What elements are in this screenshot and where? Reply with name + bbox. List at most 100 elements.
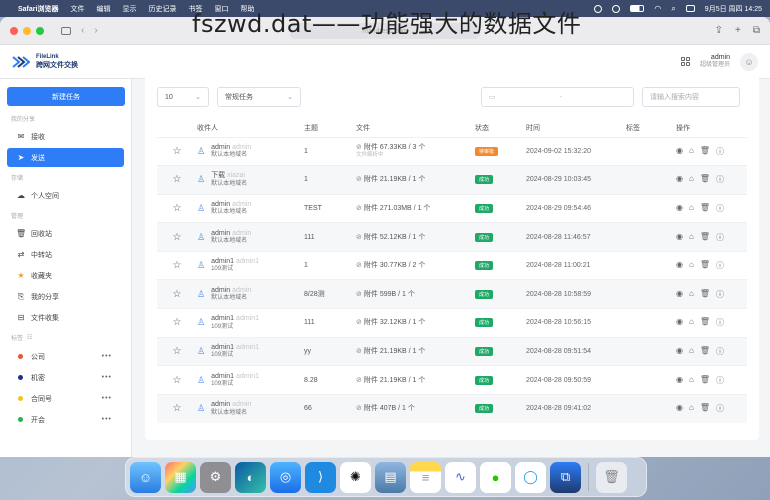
tag-settings-icon[interactable]: ☷ xyxy=(27,334,32,341)
view-icon[interactable]: ◉ xyxy=(676,289,683,300)
filelink-icon[interactable]: ⧉ xyxy=(550,461,581,493)
view-icon[interactable]: ◉ xyxy=(676,317,683,328)
sidebar-toggle-icon[interactable] xyxy=(61,26,71,35)
table-row[interactable]: ☆ ♙ admin admin 默认本地域名 8/28测 ⊘ 附件 599B / 1 个 成功 2… xyxy=(157,279,747,309)
table-row[interactable]: ☆ ♙ 下载 xiazai 默认本地域名 1 ⊘ 附件 21.19KB / 1 个 成功 2024… xyxy=(157,165,747,195)
tag-item-contract[interactable]: 合同号 ••• xyxy=(7,388,124,409)
sidebar-item-my-share[interactable]: ⎘ 我的分享 xyxy=(7,287,124,306)
launchpad-icon[interactable]: ▦ xyxy=(165,461,196,493)
view-icon[interactable]: ◉ xyxy=(676,174,683,185)
settings-icon[interactable]: ⚙ xyxy=(200,461,231,493)
delete-icon[interactable]: 🗑 xyxy=(700,146,710,157)
info-icon[interactable]: ⓘ xyxy=(716,403,724,414)
delete-icon[interactable]: 🗑 xyxy=(700,174,710,185)
tab-overview-icon[interactable]: ⧉ xyxy=(753,25,760,36)
favorite-star-icon[interactable]: ☆ xyxy=(157,279,197,309)
tag-icon[interactable]: ⌂ xyxy=(689,232,694,243)
notes-icon[interactable]: ≡ xyxy=(410,461,441,493)
delete-icon[interactable]: 🗑 xyxy=(700,375,710,386)
favorite-star-icon[interactable]: ☆ xyxy=(157,365,197,395)
favorite-star-icon[interactable]: ☆ xyxy=(157,165,197,195)
info-icon[interactable]: ⓘ xyxy=(716,232,724,243)
view-icon[interactable]: ◉ xyxy=(676,260,683,271)
sidebar-item-favorites[interactable]: ★ 收藏夹 xyxy=(7,266,124,285)
tag-icon[interactable]: ⌂ xyxy=(689,146,694,157)
wechat-icon[interactable]: ● xyxy=(480,461,511,493)
menu-history[interactable]: 历史记录 xyxy=(148,4,176,14)
table-row[interactable]: ☆ ♙ admin admin 默认本地域名 1 ⊘ 附件 67.33KB / 3 个文件解析… xyxy=(157,136,747,166)
vscode-icon[interactable]: ⟩ xyxy=(305,461,336,493)
search-icon[interactable]: ⌕ xyxy=(671,4,675,14)
view-icon[interactable]: ◉ xyxy=(676,346,683,357)
row-file-info[interactable]: 附件 32.12KB / 1 个 xyxy=(364,319,425,326)
info-icon[interactable]: ⓘ xyxy=(716,375,724,386)
finder-icon[interactable]: ☺ xyxy=(130,461,161,493)
back-arrow-icon[interactable]: ‹ xyxy=(81,25,84,36)
trash-icon[interactable]: 🗑 xyxy=(596,461,627,493)
control-icon[interactable] xyxy=(594,4,603,13)
tag-icon[interactable]: ⌂ xyxy=(689,203,694,214)
row-file-info[interactable]: 附件 67.33KB / 3 个 xyxy=(364,144,425,151)
edge-icon[interactable]: ◐ xyxy=(235,461,266,493)
more-icon[interactable]: ••• xyxy=(102,374,112,381)
task-type-select[interactable]: 常规任务 ⌄ xyxy=(217,87,301,107)
sidebar-item-send[interactable]: ➤ 发送 xyxy=(7,148,124,167)
menu-app-name[interactable]: Safari浏览器 xyxy=(18,4,58,14)
delete-icon[interactable]: 🗑 xyxy=(700,260,710,271)
view-icon[interactable]: ◉ xyxy=(676,146,683,157)
row-file-info[interactable]: 附件 52.12KB / 1 个 xyxy=(364,234,425,241)
row-file-info[interactable]: 附件 21.19KB / 1 个 xyxy=(364,377,425,384)
view-icon[interactable]: ◉ xyxy=(676,375,683,386)
zoom-window-button[interactable] xyxy=(36,26,44,35)
sidebar-item-receive[interactable]: ✉ 接收 xyxy=(7,127,124,146)
view-icon[interactable]: ◉ xyxy=(676,203,683,214)
preview-icon[interactable]: ▤ xyxy=(375,461,406,493)
page-size-select[interactable]: 10 ⌄ xyxy=(157,87,209,107)
user-info[interactable]: admin 超级管理员 xyxy=(700,53,730,70)
more-icon[interactable]: ••• xyxy=(102,395,112,402)
menu-edit[interactable]: 编辑 xyxy=(96,4,110,14)
battery-icon[interactable] xyxy=(630,5,645,12)
favorite-star-icon[interactable]: ☆ xyxy=(157,136,197,166)
favorite-star-icon[interactable]: ☆ xyxy=(157,393,197,423)
info-icon[interactable]: ⓘ xyxy=(716,289,724,300)
tag-icon[interactable]: ⌂ xyxy=(689,317,694,328)
menu-file[interactable]: 文件 xyxy=(70,4,84,14)
table-row[interactable]: ☆ ♙ admin1 admin1 109测试 1 ⊘ 附件 30.77KB / 2 个 成功 2… xyxy=(157,250,747,280)
new-task-button[interactable]: 新建任务 xyxy=(7,87,125,106)
qq-icon[interactable]: ◯ xyxy=(515,461,546,493)
row-file-info[interactable]: 附件 21.19KB / 1 个 xyxy=(364,176,425,183)
delete-icon[interactable]: 🗑 xyxy=(700,317,710,328)
table-row[interactable]: ☆ ♙ admin admin 默认本地域名 TEST ⊘ 附件 271.03MB / 1 个… xyxy=(157,193,747,223)
table-row[interactable]: ☆ ♙ admin1 admin1 109测试 111 ⊘ 附件 32.12KB / 1 个 成… xyxy=(157,308,747,338)
info-icon[interactable]: ⓘ xyxy=(716,174,724,185)
minimize-window-button[interactable] xyxy=(23,26,31,35)
chatgpt-icon[interactable]: ✺ xyxy=(340,461,371,493)
row-file-info[interactable]: 附件 599B / 1 个 xyxy=(364,291,415,298)
menu-view[interactable]: 显示 xyxy=(122,4,136,14)
delete-icon[interactable]: 🗑 xyxy=(700,232,710,243)
sidebar-item-personal-space[interactable]: ☁ 个人空间 xyxy=(7,186,124,205)
table-row[interactable]: ☆ ♙ admin admin 默认本地域名 111 ⊘ 附件 52.12KB / 1 个 成功… xyxy=(157,222,747,252)
view-icon[interactable]: ◉ xyxy=(676,232,683,243)
tag-icon[interactable]: ⌂ xyxy=(689,289,694,300)
control-center-icon[interactable] xyxy=(685,5,695,12)
focus-icon[interactable] xyxy=(612,4,621,13)
delete-icon[interactable]: 🗑 xyxy=(700,403,710,414)
tag-icon[interactable]: ⌂ xyxy=(689,403,694,414)
forward-arrow-icon[interactable]: › xyxy=(94,25,97,36)
apps-grid-icon[interactable] xyxy=(680,57,690,66)
sidebar-item-recycle-bin[interactable]: 🗑 回收站 xyxy=(7,224,124,243)
table-row[interactable]: ☆ ♙ admin1 admin1 109测试 yy ⊘ 附件 21.19KB / 1 个 成功… xyxy=(157,336,747,366)
share-icon[interactable]: ⇪ xyxy=(715,25,723,36)
row-file-info[interactable]: 附件 407B / 1 个 xyxy=(364,405,415,412)
date-range-picker[interactable]: ▭ - xyxy=(481,87,634,107)
tag-item-company[interactable]: 公司 ••• xyxy=(7,346,124,367)
row-file-info[interactable]: 附件 271.03MB / 1 个 xyxy=(364,205,431,212)
favorite-star-icon[interactable]: ☆ xyxy=(157,336,197,366)
info-icon[interactable]: ⓘ xyxy=(716,260,724,271)
favorite-star-icon[interactable]: ☆ xyxy=(157,250,197,280)
delete-icon[interactable]: 🗑 xyxy=(700,346,710,357)
favorite-star-icon[interactable]: ☆ xyxy=(157,222,197,252)
sidebar-item-transfer[interactable]: ⇄ 中转站 xyxy=(7,245,124,264)
